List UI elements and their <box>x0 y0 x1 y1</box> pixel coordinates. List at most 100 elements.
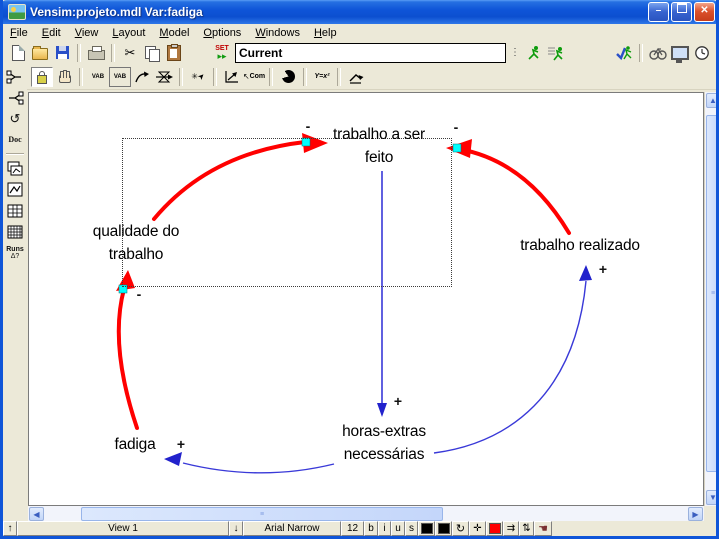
horizontal-scroll-thumb[interactable]: ≡ <box>81 507 443 521</box>
bold-button[interactable]: b <box>364 521 378 536</box>
position-button[interactable]: ✛ <box>469 521 486 536</box>
arrow-color-swatch <box>489 523 501 534</box>
cut-button[interactable]: ✂ <box>119 43 141 63</box>
menu-view[interactable]: View <box>68 26 106 40</box>
menu-file[interactable]: File <box>3 26 35 40</box>
paste-button[interactable] <box>163 43 185 63</box>
arrow-color-button[interactable] <box>486 521 503 536</box>
simulate-button[interactable] <box>523 43 545 63</box>
minimize-button[interactable]: – <box>648 2 669 22</box>
vensim-window: Vensim:projeto.mdl Var:fadiga – ✕ File E… <box>0 0 719 539</box>
close-button[interactable]: ✕ <box>694 2 715 22</box>
variable-trabalho-realizado[interactable]: trabalho realizado <box>520 234 640 257</box>
strike-label: s <box>409 523 414 534</box>
scroll-right-button[interactable]: ▶ <box>688 507 703 521</box>
document-button[interactable]: Doc <box>4 129 26 150</box>
simulation-setup-button[interactable]: SET ▸▸ <box>211 43 233 63</box>
strikethrough-button[interactable]: s <box>405 521 418 536</box>
variable-label: fadiga <box>114 433 155 456</box>
time-axis-button[interactable] <box>691 43 713 63</box>
link-fadiga-to-qualidade[interactable] <box>119 289 137 428</box>
shape-color-button[interactable] <box>435 521 452 536</box>
input-output-tool-button[interactable] <box>221 67 243 87</box>
document-icon: Doc <box>8 136 21 144</box>
rate-tool-button[interactable] <box>153 67 175 87</box>
toolbar-separator <box>303 68 307 86</box>
text-color-swatch <box>421 523 433 534</box>
copy-button[interactable] <box>141 43 163 63</box>
arrow-tool-button[interactable] <box>131 67 153 87</box>
runs-compare-button[interactable]: Runs Δ? <box>4 242 26 263</box>
link-horas-to-fadiga[interactable] <box>183 463 334 473</box>
link-realizado-to-trabalho[interactable] <box>459 149 569 233</box>
scroll-up-button[interactable]: ▲ <box>706 93 719 108</box>
link-horas-to-realizado[interactable] <box>434 281 586 453</box>
vertical-scrollbar[interactable]: ▲ ≡ ▼ <box>704 92 719 506</box>
shadow-variable-tool-button[interactable]: ✳ ➤ <box>187 67 209 87</box>
box-variable-tool-button[interactable]: VAB <box>109 67 131 87</box>
view-selector[interactable]: View 1 <box>17 521 229 536</box>
view-up-button[interactable]: ↑ <box>3 521 17 536</box>
variable-horas-extras-necessarias[interactable]: horas-extras necessárias <box>342 420 426 466</box>
delete-tool-button[interactable] <box>277 67 299 87</box>
synthesim-button[interactable] <box>647 43 669 63</box>
variable-qualidade-do-trabalho[interactable]: qualidade do trabalho <box>93 220 179 266</box>
reference-mode-tool-button[interactable] <box>345 67 367 87</box>
dots-separator-icon: ⋮ <box>510 47 519 58</box>
save-button[interactable] <box>51 43 73 63</box>
menu-windows[interactable]: Windows <box>248 26 307 40</box>
sketch-canvas[interactable]: trabalho a ser feito qualidade do trabal… <box>28 92 704 506</box>
causes-tree-button[interactable] <box>4 66 26 87</box>
selection-handle[interactable] <box>453 144 461 152</box>
lock-tool-button[interactable] <box>31 67 53 87</box>
polarity-sign-negative: - <box>137 286 142 302</box>
toolbar-separator <box>111 44 115 62</box>
arrow-width-button[interactable]: ⇉ <box>503 521 519 536</box>
loops-button[interactable]: ↺ <box>4 108 26 129</box>
restore-button[interactable] <box>671 2 692 22</box>
vertical-scroll-thumb[interactable]: ≡ <box>706 115 719 472</box>
down-arrow-icon: ↓ <box>234 523 239 534</box>
menu-options[interactable]: Options <box>196 26 248 40</box>
causes-strip-button[interactable] <box>4 158 26 179</box>
scroll-down-button[interactable]: ▼ <box>706 490 719 505</box>
variable-trabalho-a-ser-feito[interactable]: trabalho a ser feito <box>333 123 425 169</box>
loop-marker-button[interactable]: ↻ <box>452 521 469 536</box>
menu-layout[interactable]: Layout <box>105 26 152 40</box>
open-model-button[interactable] <box>29 43 51 63</box>
menu-model[interactable]: Model <box>152 26 196 40</box>
toolbar-separator <box>337 68 341 86</box>
new-model-button[interactable] <box>7 43 29 63</box>
bold-label: b <box>368 523 374 534</box>
grab-button[interactable]: ☚ <box>534 521 552 536</box>
title-bar[interactable]: Vensim:projeto.mdl Var:fadiga – ✕ <box>0 0 719 24</box>
table-time-button[interactable] <box>4 221 26 242</box>
text-color-button[interactable] <box>418 521 435 536</box>
check-run-icon <box>615 45 633 61</box>
variable-fadiga[interactable]: fadiga <box>114 433 155 456</box>
scroll-left-button[interactable]: ◀ <box>29 507 44 521</box>
output-button[interactable] <box>669 43 691 63</box>
horizontal-scrollbar[interactable]: ◀ ≡ ▶ <box>28 506 704 521</box>
italic-button[interactable]: i <box>378 521 391 536</box>
variable-tool-button[interactable]: VAB <box>87 67 109 87</box>
simulate-setup-button[interactable] <box>545 43 567 63</box>
underline-button[interactable]: u <box>391 521 405 536</box>
menu-edit[interactable]: Edit <box>35 26 68 40</box>
comment-tool-button[interactable]: ↖ Com <box>243 67 265 87</box>
reality-check-button[interactable] <box>613 43 635 63</box>
hide-levels-button[interactable]: ⇅ <box>519 521 534 536</box>
font-selector[interactable]: Arial Narrow <box>243 521 341 536</box>
move-tool-button[interactable] <box>53 67 75 87</box>
view-down-button[interactable]: ↓ <box>229 521 243 536</box>
simulation-name-value: Current <box>239 46 282 60</box>
print-button[interactable] <box>85 43 107 63</box>
main-toolbar: ✂ SET ▸▸ Current ⋮ <box>3 41 716 64</box>
graph-button[interactable] <box>4 179 26 200</box>
table-button[interactable] <box>4 200 26 221</box>
equations-tool-button[interactable]: Y=x² <box>311 67 333 87</box>
simulation-name-field[interactable]: Current <box>235 43 506 63</box>
menu-help[interactable]: Help <box>307 26 344 40</box>
font-size-selector[interactable]: 12 <box>341 521 364 536</box>
uses-tree-button[interactable] <box>4 87 26 108</box>
